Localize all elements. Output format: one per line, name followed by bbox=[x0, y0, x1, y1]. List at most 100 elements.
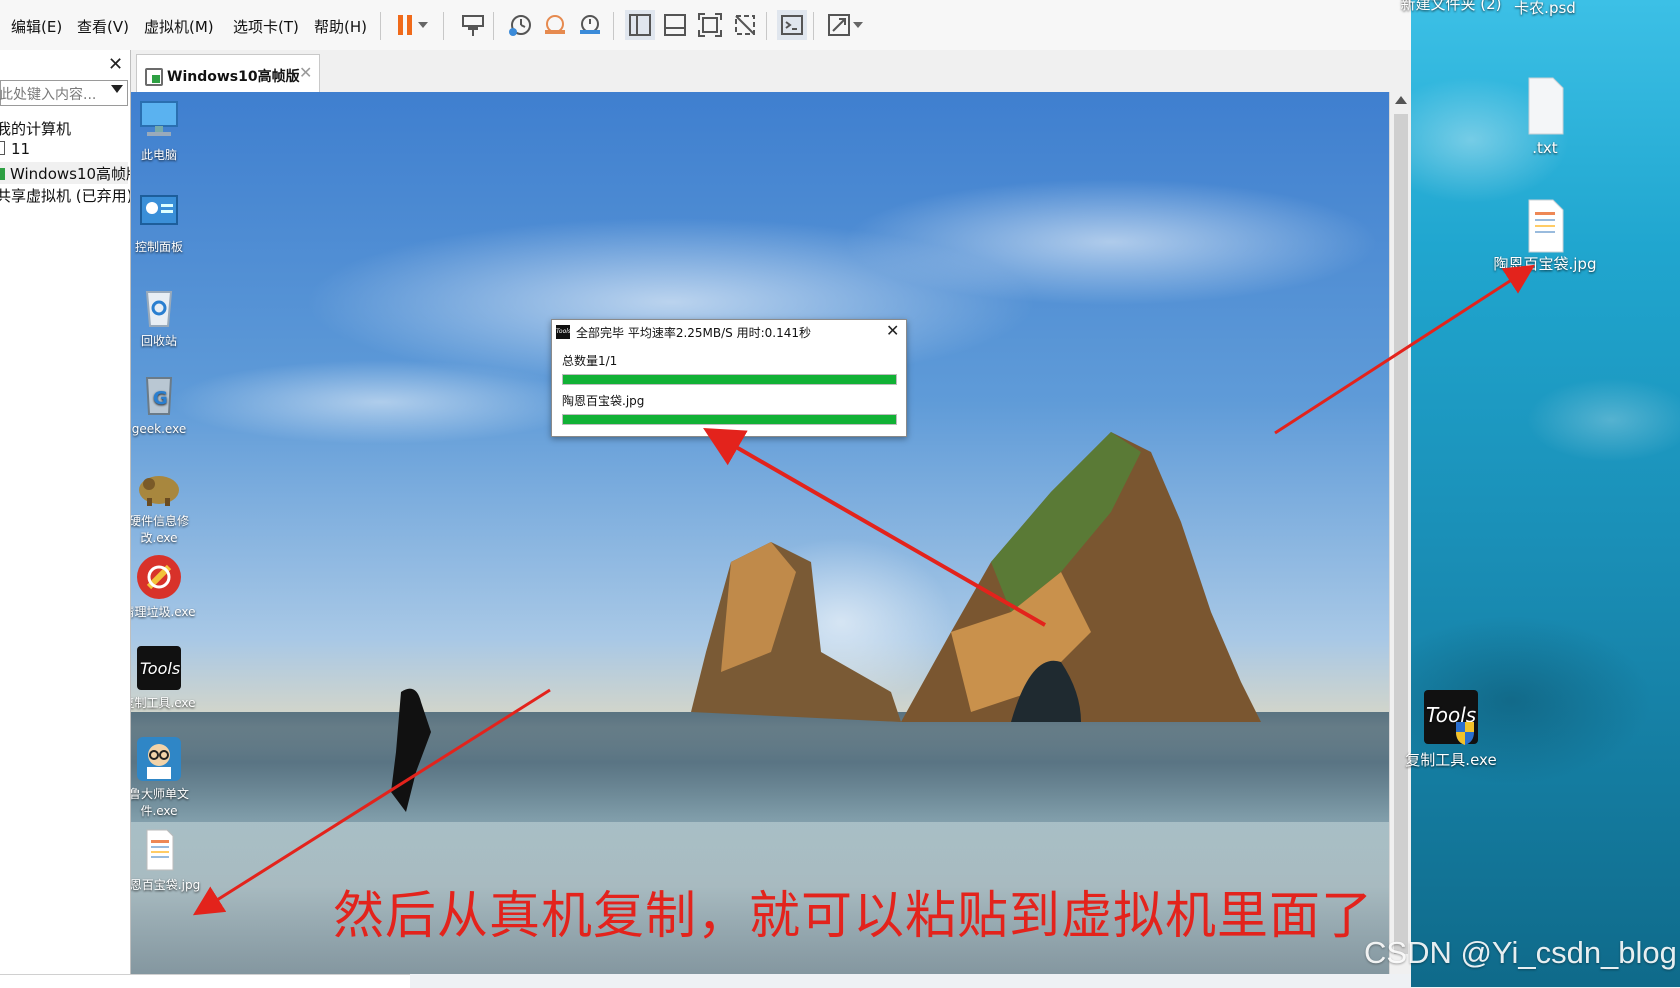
unity-icon[interactable] bbox=[730, 10, 760, 40]
search-placeholder: 此处键入内容... bbox=[0, 87, 97, 103]
search-dropdown-icon[interactable] bbox=[111, 85, 123, 93]
desktop-icon-hardware-info[interactable]: 硬件信息修改.exe bbox=[131, 462, 204, 547]
desktop-icon-label: 清理垃圾.exe bbox=[131, 605, 196, 619]
desktop-icon-image-file[interactable]: 陶恩百宝袋.jpg bbox=[131, 826, 204, 894]
file-progress-fill bbox=[563, 415, 896, 424]
desktop-icon-ludashi[interactable]: 鲁大师单文件.exe bbox=[131, 735, 204, 820]
stretch-dropdown-icon[interactable] bbox=[850, 10, 866, 40]
desktop-icon-recycle-bin[interactable]: 回收站 bbox=[131, 282, 204, 350]
desktop-icon-label: geek.exe bbox=[131, 422, 187, 436]
ludashi-icon bbox=[135, 735, 183, 783]
menu-bar: 编辑(E) 查看(V) 虚拟机(M) 选项卡(T) 帮助(H) bbox=[0, 0, 1411, 51]
desktop-icon-label: 硬件信息修改.exe bbox=[131, 514, 189, 545]
dialog-titlebar: Tools 全部完毕 平均速率2.25MB/S 用时:0.141秒 ✕ bbox=[552, 320, 906, 344]
desktop-icon-cleaner[interactable]: 清理垃圾.exe bbox=[131, 553, 204, 621]
toolbar-separator bbox=[613, 12, 614, 40]
desktop-icon-copy-tool[interactable]: Tools 复制工具.exe bbox=[131, 644, 204, 712]
console-icon[interactable] bbox=[777, 10, 807, 40]
snapshot-manager-icon[interactable] bbox=[575, 10, 605, 40]
toolbar-separator bbox=[766, 12, 767, 40]
send-ctrl-alt-del-icon[interactable] bbox=[458, 10, 488, 40]
desktop-icon-geek[interactable]: G geek.exe bbox=[131, 370, 204, 438]
tree-item-windows10[interactable]: Windows10高帧版 bbox=[0, 163, 131, 184]
recycle-bin-icon bbox=[135, 282, 183, 330]
desktop-icon-this-pc[interactable]: 此电脑 bbox=[131, 96, 204, 164]
wallpaper-rocks bbox=[391, 432, 1261, 812]
hardware-info-icon bbox=[135, 462, 183, 510]
desktop-icon-label: 回收站 bbox=[140, 334, 177, 348]
library-bottom bbox=[0, 974, 410, 988]
desktop-icon-label: 复制工具.exe bbox=[131, 696, 196, 710]
host-icon-copy-tool[interactable]: Tools 复制工具.exe bbox=[1396, 688, 1506, 770]
show-library-icon[interactable] bbox=[625, 10, 655, 40]
toolbar-separator bbox=[443, 12, 444, 40]
annotation-text: 然后从真机复制，就可以粘贴到虚拟机里面了 bbox=[333, 887, 1374, 946]
desktop-icon-control-panel[interactable]: 控制面板 bbox=[131, 188, 204, 256]
file-progress-bar bbox=[562, 414, 897, 425]
image-file-icon bbox=[1525, 198, 1565, 254]
close-icon[interactable]: ✕ bbox=[886, 321, 899, 340]
vertical-scrollbar[interactable] bbox=[1389, 92, 1412, 974]
desktop-icon-label: 陶恩百宝袋.jpg bbox=[131, 878, 201, 892]
library-panel: ✕ 此处键入内容... 我的计算机 11 Windows10高帧版 共享虚拟机 … bbox=[0, 50, 131, 987]
snapshot-revert-icon[interactable] bbox=[540, 10, 570, 40]
svg-text:G: G bbox=[153, 388, 168, 409]
vm-running-icon bbox=[0, 168, 5, 180]
menu-view[interactable]: 查看(V) bbox=[77, 16, 129, 37]
show-thumbnail-icon[interactable] bbox=[660, 10, 690, 40]
text-file-icon bbox=[1525, 76, 1565, 136]
desktop-icon-label: 控制面板 bbox=[134, 240, 183, 254]
host-icon-label: .txt bbox=[1532, 139, 1558, 157]
copy-progress-dialog: Tools 全部完毕 平均速率2.25MB/S 用时:0.141秒 ✕ 总数量1… bbox=[551, 319, 907, 437]
close-tab-icon[interactable]: ✕ bbox=[299, 63, 312, 82]
toolbar-separator bbox=[493, 12, 494, 40]
library-search-input[interactable]: 此处键入内容... bbox=[0, 80, 128, 106]
svg-text:Tools: Tools bbox=[140, 659, 180, 678]
pause-dropdown-icon[interactable] bbox=[415, 10, 431, 40]
tree-item-vm-11[interactable]: 11 bbox=[0, 140, 30, 158]
host-icon-image-file[interactable]: 陶恩百宝袋.jpg bbox=[1490, 198, 1600, 274]
cleaner-icon bbox=[135, 553, 183, 601]
this-pc-icon bbox=[135, 96, 183, 144]
tools-icon: Tools bbox=[1422, 688, 1480, 746]
total-count-label: 总数量1/1 bbox=[562, 354, 618, 368]
image-file-icon bbox=[135, 826, 183, 874]
host-icon-psd[interactable]: 卡农.psd bbox=[1490, 0, 1600, 18]
tree-item-label: 11 bbox=[11, 140, 31, 158]
guest-desktop[interactable]: 此电脑 控制面板 回收站 G geek.exe 硬件信息修改.exe 理垃圾.e… bbox=[131, 92, 1389, 974]
host-icon-label: 复制工具.exe bbox=[1405, 751, 1497, 769]
dialog-title: 全部完毕 平均速率2.25MB/S 用时:0.141秒 bbox=[576, 326, 811, 340]
desktop-icon-label: 此电脑 bbox=[140, 148, 177, 162]
tools-icon: Tools bbox=[135, 644, 183, 692]
vmware-window: 编辑(E) 查看(V) 虚拟机(M) 选项卡(T) 帮助(H) ✕ 此处键入内容… bbox=[0, 0, 1412, 988]
close-library-icon[interactable]: ✕ bbox=[108, 54, 123, 75]
scroll-up-icon[interactable] bbox=[1395, 96, 1407, 104]
menu-vm[interactable]: 虚拟机(M) bbox=[144, 16, 214, 37]
host-icon-label: 陶恩百宝袋.jpg bbox=[1493, 255, 1597, 273]
host-icon-label: 卡农.psd bbox=[1514, 0, 1576, 17]
file-name-label: 陶恩百宝袋.jpg bbox=[562, 394, 645, 408]
tab-label: Windows10高帧版 bbox=[167, 69, 300, 85]
total-progress-fill bbox=[563, 375, 896, 384]
menu-tabs[interactable]: 选项卡(T) bbox=[233, 16, 299, 37]
host-desktop[interactable]: 新建文件夹 (2) 卡农.psd .txt 陶恩百宝袋.jpg Tools 复制… bbox=[1400, 0, 1680, 987]
menu-help[interactable]: 帮助(H) bbox=[314, 16, 367, 37]
toolbar-separator bbox=[380, 12, 381, 40]
tab-windows10[interactable]: Windows10高帧版 ✕ bbox=[136, 54, 320, 93]
tools-logo-icon: Tools bbox=[556, 325, 571, 339]
scrollbar-thumb[interactable] bbox=[1394, 114, 1408, 954]
vm-icon bbox=[0, 141, 5, 155]
tree-item-label: Windows10高帧版 bbox=[10, 165, 131, 183]
fullscreen-icon[interactable] bbox=[695, 10, 725, 40]
control-panel-icon bbox=[135, 188, 183, 236]
toolbar-separator bbox=[813, 12, 814, 40]
desktop-icon-label: 鲁大师单文件.exe bbox=[131, 787, 189, 818]
tree-item-my-computer[interactable]: 我的计算机 bbox=[0, 118, 71, 139]
host-icon-txt[interactable]: .txt bbox=[1490, 76, 1600, 158]
menu-edit[interactable]: 编辑(E) bbox=[11, 16, 62, 37]
tree-item-shared-vms[interactable]: 共享虚拟机 (已弃用) bbox=[0, 185, 130, 206]
snapshot-icon[interactable] bbox=[505, 10, 535, 40]
total-progress-bar bbox=[562, 374, 897, 385]
geek-icon: G bbox=[135, 370, 183, 418]
watermark: CSDN @Yi_csdn_blog bbox=[1364, 935, 1677, 970]
